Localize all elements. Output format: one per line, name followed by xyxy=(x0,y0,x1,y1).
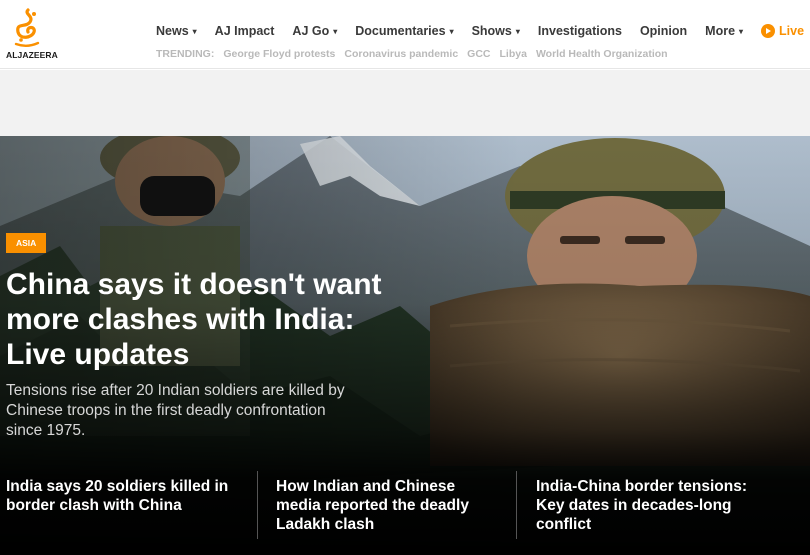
trending-bar: TRENDING: George Floyd protests Coronavi… xyxy=(156,48,677,60)
nav-label: AJ Impact xyxy=(214,24,275,38)
chevron-down-icon: ▾ xyxy=(192,26,197,36)
aljazeera-logo[interactable]: ALJAZEERA xyxy=(6,8,58,60)
trending-topic-link[interactable]: Libya xyxy=(500,48,527,60)
trending-topic-link[interactable]: George Floyd protests xyxy=(223,48,335,60)
nav-item-aj-go[interactable]: AJ Go ▾ xyxy=(292,24,337,38)
hero-summary: Tensions rise after 20 Indian soldiers a… xyxy=(6,382,345,439)
trending-topic-link[interactable]: World Health Organization xyxy=(536,48,668,60)
nav-item-more[interactable]: More ▾ xyxy=(705,24,743,38)
story-divider xyxy=(257,471,258,539)
nav-label: More xyxy=(705,24,736,38)
related-story-link[interactable]: India says 20 soldiers killed in border … xyxy=(6,477,242,515)
hero-headline[interactable]: China says it doesn't want more clashes … xyxy=(6,267,386,372)
nav-label: Opinion xyxy=(639,24,688,38)
nav-item-aj-impact[interactable]: AJ Impact xyxy=(215,24,275,38)
nav-label: Investigations xyxy=(537,24,622,38)
trending-topic-link[interactable]: Coronavirus pandemic xyxy=(344,48,458,60)
nav-item-news[interactable]: News ▾ xyxy=(156,24,197,38)
play-icon xyxy=(761,24,776,38)
nav-label: Documentaries xyxy=(355,24,446,38)
chevron-down-icon: ▾ xyxy=(449,26,454,36)
nav-item-opinion[interactable]: Opinion xyxy=(640,24,687,38)
category-tag[interactable]: ASIA xyxy=(6,233,47,253)
trending-label: TRENDING: xyxy=(156,48,215,60)
live-label: Live xyxy=(779,24,805,38)
trending-topic-link[interactable]: GCC xyxy=(467,48,490,60)
nav-item-documentaries[interactable]: Documentaries ▾ xyxy=(355,24,453,38)
site-header: ALJAZEERA News ▾ AJ Impact AJ Go ▾ Documen… xyxy=(0,0,810,69)
chevron-down-icon: ▾ xyxy=(333,26,338,36)
nav-item-investigations[interactable]: Investigations xyxy=(538,24,622,38)
hero-story[interactable]: ASIA China says it doesn't want more cla… xyxy=(0,136,810,555)
live-link[interactable]: Live xyxy=(761,24,804,38)
ad-banner-area xyxy=(0,70,810,136)
nav-label: News xyxy=(156,24,189,38)
related-stories: India says 20 soldiers killed in border … xyxy=(0,471,810,555)
related-story-link[interactable]: India-China border tensions: Key dates i… xyxy=(536,477,776,534)
main-nav: News ▾ AJ Impact AJ Go ▾ Documentaries ▾ Sh… xyxy=(156,22,810,40)
story-divider xyxy=(516,471,517,539)
nav-item-shows[interactable]: Shows ▾ xyxy=(472,24,520,38)
chevron-down-icon: ▾ xyxy=(739,26,744,36)
logo-mark-icon xyxy=(14,8,40,47)
related-story-link[interactable]: How Indian and Chinese media reported th… xyxy=(276,477,496,534)
chevron-down-icon: ▾ xyxy=(515,26,520,36)
logo-wordmark: ALJAZEERA xyxy=(6,50,58,60)
nav-label: Shows xyxy=(471,24,512,38)
nav-label: AJ Go xyxy=(292,24,330,38)
